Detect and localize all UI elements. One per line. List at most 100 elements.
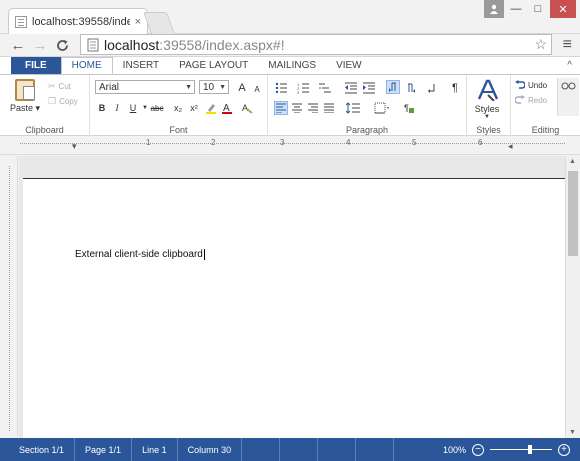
reload-button[interactable] <box>52 35 72 55</box>
styles-icon <box>473 79 501 104</box>
tab-file[interactable]: FILE <box>11 57 61 74</box>
text-caret <box>203 249 205 260</box>
font-color-icon[interactable]: A <box>220 101 234 115</box>
browser-menu-icon[interactable]: ≡ <box>563 36 572 54</box>
align-center-icon[interactable] <box>290 101 304 115</box>
document-area[interactable]: External client-side clipboard <box>19 156 565 438</box>
svg-text:¶: ¶ <box>404 103 409 113</box>
ltr-direction-icon[interactable] <box>386 80 400 94</box>
status-line: Line 1 <box>132 438 178 461</box>
multilevel-list-icon[interactable] <box>318 81 332 95</box>
tab-mailings[interactable]: MAILINGS <box>258 57 326 74</box>
align-left-icon[interactable] <box>274 101 288 115</box>
tab-insert[interactable]: INSERT <box>113 57 170 74</box>
styles-button-label: Styles <box>474 104 500 114</box>
redo-label: Redo <box>528 95 548 105</box>
ruler-number: 2 <box>211 138 216 147</box>
font-size-select[interactable]: 10 ▼ <box>199 80 229 94</box>
back-button[interactable]: ← <box>8 35 28 55</box>
decrease-indent-icon[interactable] <box>344 81 358 95</box>
rtl-direction-icon[interactable] <box>404 81 418 95</box>
cut-label: Cut <box>58 82 71 91</box>
collapse-ribbon-icon[interactable]: ^ <box>567 57 572 74</box>
paragraph-group: 123 ¶ ¶ Paragraph <box>268 75 467 137</box>
browser-tab[interactable]: localhost:39558/index.aspx × <box>8 8 148 34</box>
find-replace-icon[interactable] <box>557 78 579 116</box>
tab-page-layout[interactable]: PAGE LAYOUT <box>169 57 258 74</box>
copy-button[interactable]: ❐ Copy <box>48 96 78 107</box>
justify-icon[interactable] <box>322 101 336 115</box>
horizontal-ruler[interactable]: ▾ ◂ 1 2 3 4 5 6 <box>0 137 580 155</box>
increase-indent-icon[interactable] <box>362 81 376 95</box>
paragraph-group-label: Paragraph <box>345 125 389 135</box>
status-bar: Section 1/1 Page 1/1 Line 1 Column 30 10… <box>0 438 580 461</box>
align-right-icon[interactable] <box>306 101 320 115</box>
close-window-button[interactable]: ✕ <box>550 0 576 18</box>
ribbon-tabs: FILE HOME INSERT PAGE LAYOUT MAILINGS VI… <box>0 56 580 74</box>
vertical-ruler-ticks <box>9 166 10 431</box>
paragraph-settings-icon[interactable]: ¶ <box>402 101 416 115</box>
address-path: :39558/index.aspx#! <box>159 36 285 53</box>
grow-font-button[interactable]: A <box>235 81 249 95</box>
clipboard-group-label: Clipboard <box>25 125 64 135</box>
highlight-color-icon[interactable] <box>204 101 218 115</box>
svg-text:3: 3 <box>297 90 300 94</box>
zoom-slider[interactable] <box>490 445 552 454</box>
tab-close-icon[interactable]: × <box>135 16 141 28</box>
address-bar[interactable]: localhost:39558/index.aspx#! ☆ <box>80 34 552 55</box>
cut-button[interactable]: ✂ Cut <box>48 81 71 92</box>
editing-group: Undo Redo Editing <box>511 75 580 137</box>
page-info-icon[interactable] <box>87 38 99 52</box>
sort-icon[interactable] <box>426 81 440 95</box>
minimize-button[interactable]: — <box>506 0 526 18</box>
tab-home[interactable]: HOME <box>60 57 113 74</box>
left-indent-marker[interactable]: ▾ <box>72 141 77 152</box>
show-formatting-icon[interactable]: ¶ <box>448 81 462 95</box>
vertical-ruler[interactable] <box>0 156 18 436</box>
italic-button[interactable]: I <box>110 101 124 115</box>
paste-button[interactable]: Paste ▾ <box>10 79 40 119</box>
borders-icon[interactable] <box>372 101 392 115</box>
scissors-icon: ✂ <box>48 81 56 91</box>
forward-button[interactable]: → <box>30 35 50 55</box>
bold-button[interactable]: B <box>95 101 109 115</box>
user-icon[interactable] <box>484 0 504 18</box>
undo-button[interactable]: Undo <box>515 80 547 90</box>
scrollbar-thumb[interactable] <box>568 171 578 256</box>
subscript-button[interactable]: x₂ <box>170 101 186 115</box>
superscript-button[interactable]: x² <box>186 101 202 115</box>
document-page[interactable]: External client-side clipboard <box>23 178 565 438</box>
zoom-slider-thumb[interactable] <box>528 445 532 454</box>
vertical-scrollbar[interactable]: ▲ ▼ <box>565 156 580 438</box>
redo-button[interactable]: Redo <box>515 95 547 105</box>
ruler-number: 6 <box>478 138 483 147</box>
scroll-up-icon[interactable]: ▲ <box>569 158 576 165</box>
zoom-in-button[interactable]: + <box>558 443 570 456</box>
editing-group-label: Editing <box>531 125 560 135</box>
browser-toolbar: ← → localhost:39558/index.aspx#! ☆ ≡ <box>0 34 580 56</box>
numbering-icon[interactable]: 123 <box>296 81 310 95</box>
document-text[interactable]: External client-side clipboard <box>75 249 205 260</box>
chevron-down-icon: ▼ <box>185 83 192 91</box>
font-family-select[interactable]: Arial ▼ <box>95 80 195 94</box>
zoom-out-button[interactable]: − <box>472 443 484 456</box>
status-empty-4 <box>356 438 395 461</box>
right-indent-marker[interactable]: ◂ <box>508 141 513 152</box>
line-spacing-icon[interactable] <box>344 101 364 115</box>
status-column: Column 30 <box>178 438 243 461</box>
bullets-icon[interactable] <box>274 81 288 95</box>
maximize-button[interactable]: □ <box>528 0 548 18</box>
strikethrough-button[interactable]: abc <box>148 101 166 115</box>
clear-formatting-icon[interactable]: A <box>240 101 254 115</box>
styles-button[interactable]: Styles ▼ <box>473 79 501 120</box>
ribbon-home: Paste ▾ ✂ Cut ❐ Copy Clipboard Arial ▼ 10 ▼ … <box>0 74 580 137</box>
tab-view[interactable]: VIEW <box>326 57 372 74</box>
bookmark-star-icon[interactable]: ☆ <box>534 36 547 53</box>
scroll-down-icon[interactable]: ▼ <box>569 429 576 436</box>
font-group: Arial ▼ 10 ▼ A A B I U ▼ abc x₂ x² A A Fon… <box>90 75 268 137</box>
copy-label: Copy <box>59 97 78 106</box>
status-empty-3 <box>318 438 357 461</box>
browser-titlebar: localhost:39558/index.aspx × — □ ✕ <box>0 0 580 34</box>
undo-label: Undo <box>528 80 548 90</box>
shrink-font-button[interactable]: A <box>250 82 264 96</box>
